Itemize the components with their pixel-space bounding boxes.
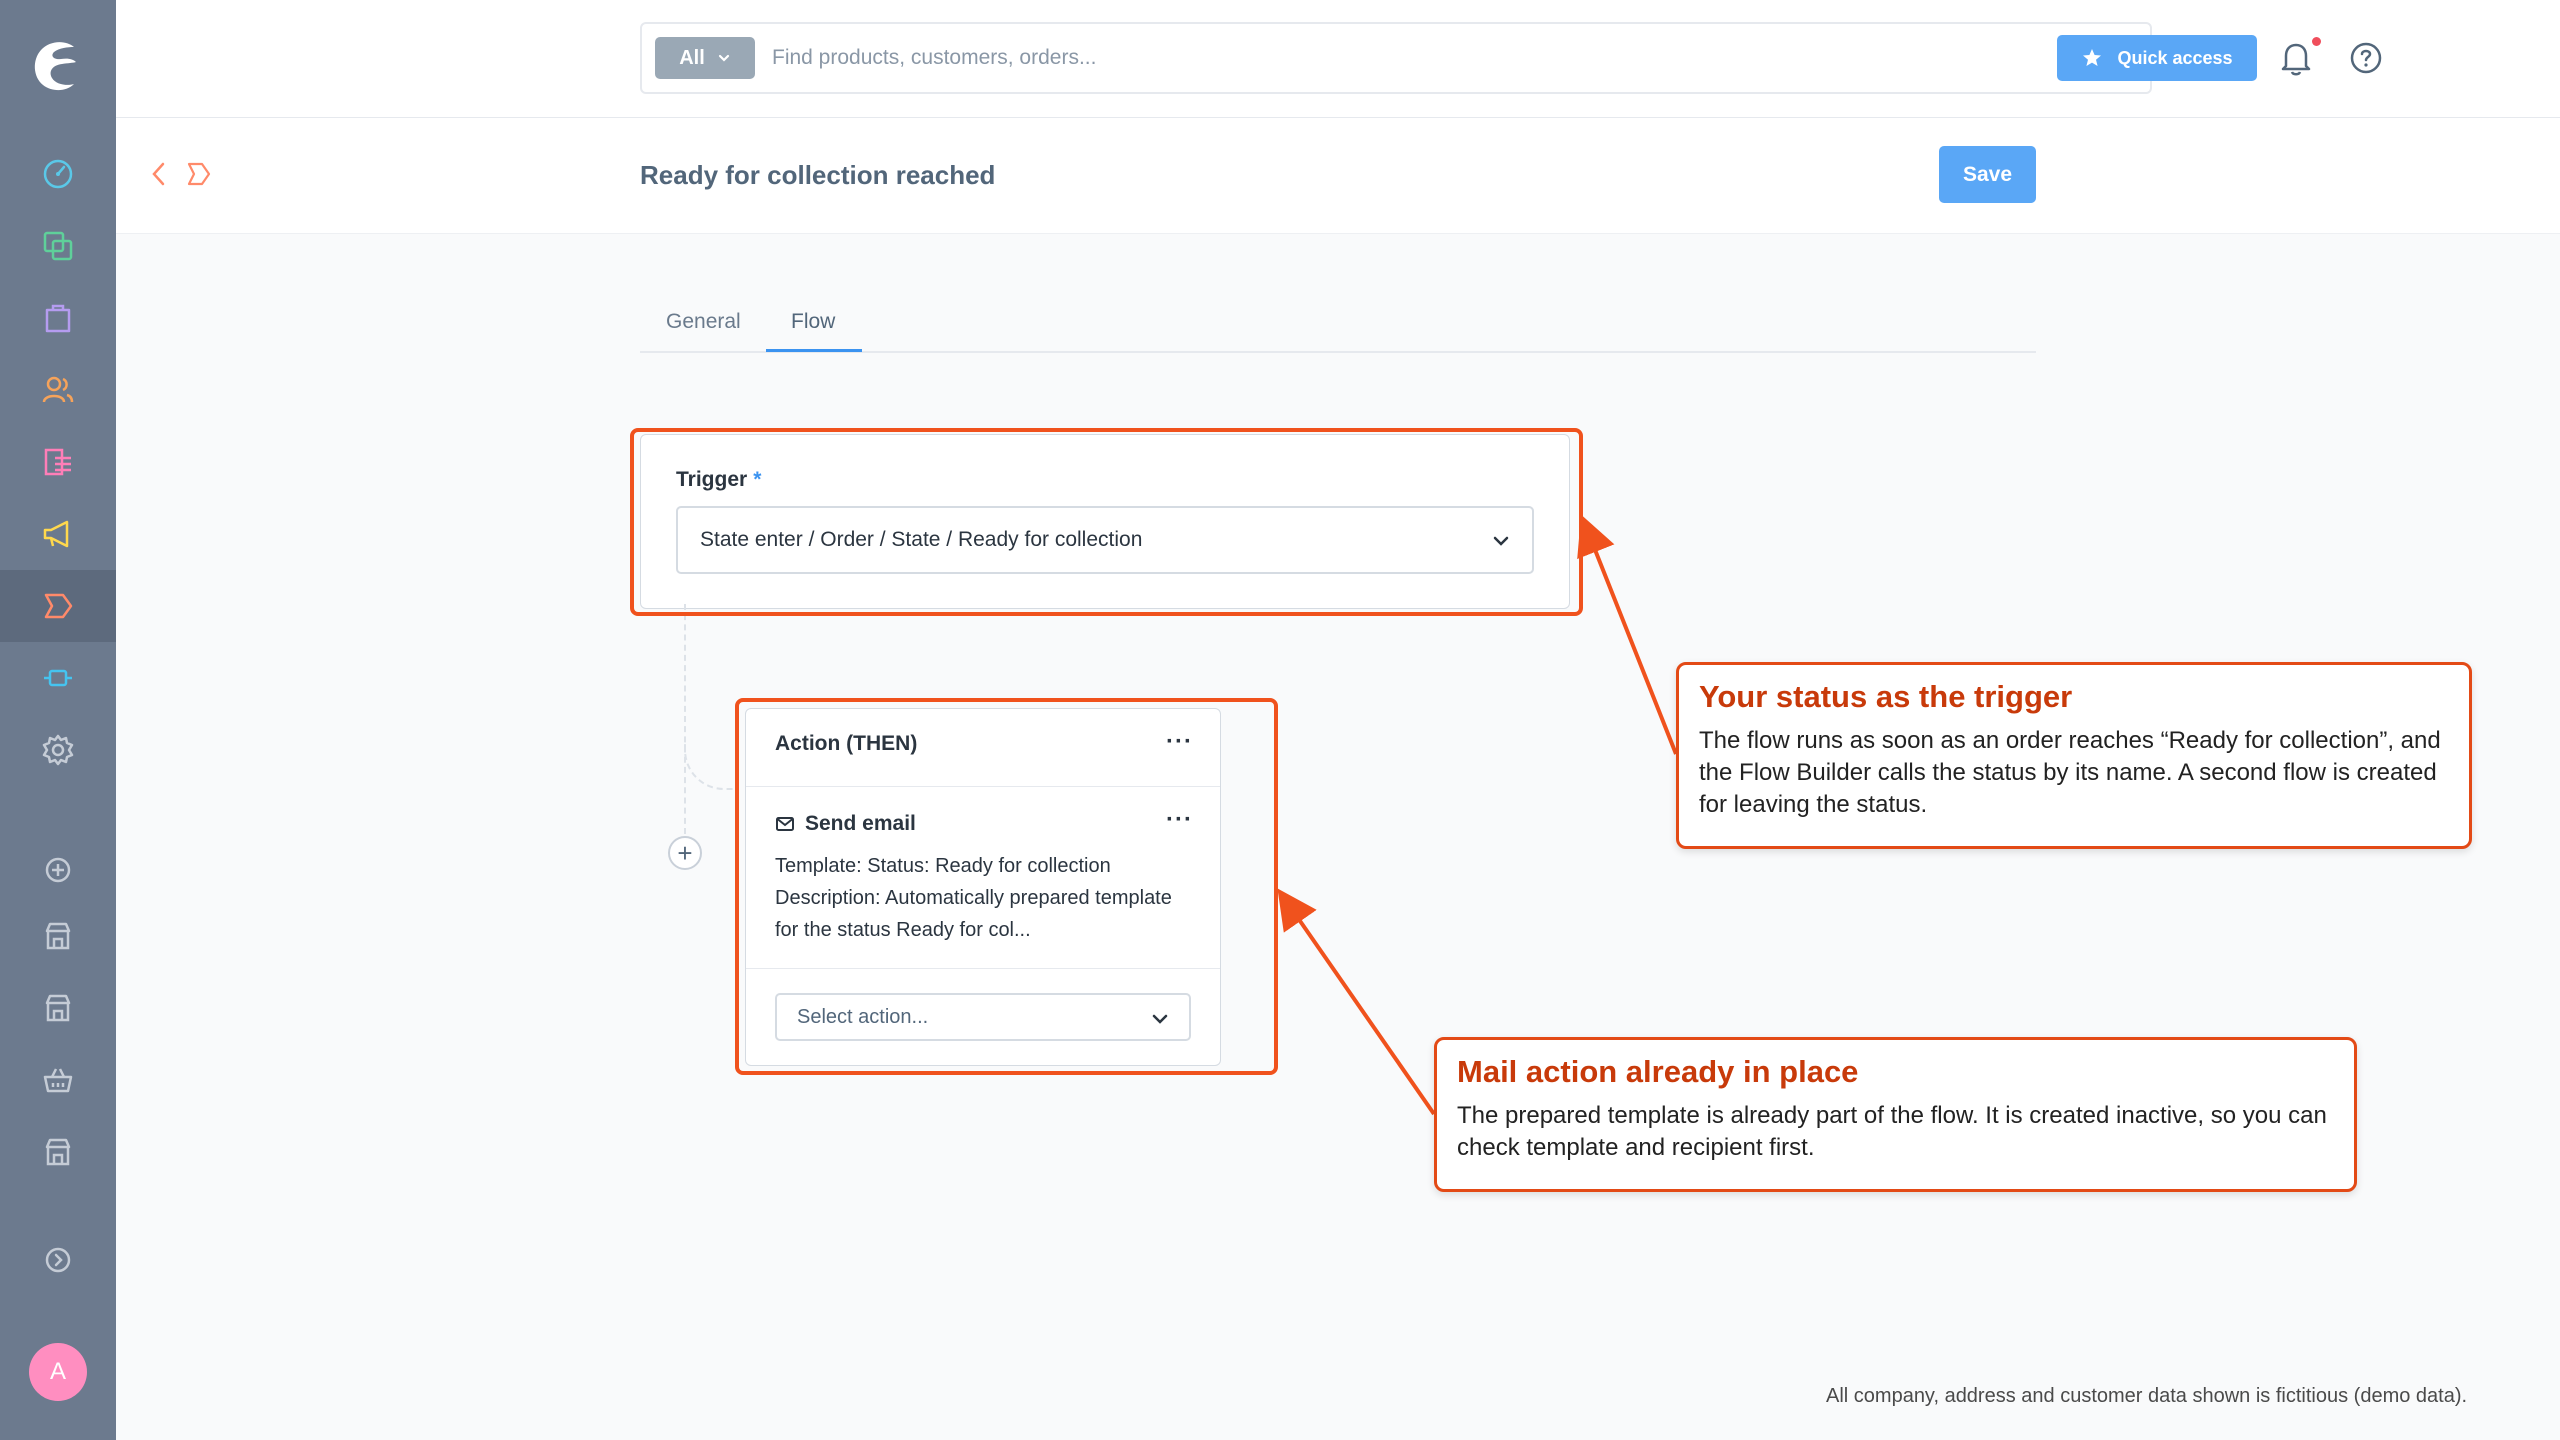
tab-general[interactable]: General — [666, 310, 741, 334]
orders-icon — [45, 304, 71, 333]
nav-flow-builder[interactable] — [0, 570, 116, 642]
star-icon — [2083, 49, 2102, 66]
callout-action: Mail action already in place The prepare… — [1434, 1037, 2357, 1192]
nav-sales-channel-2[interactable] — [0, 972, 116, 1044]
marketing-icon — [43, 520, 69, 548]
help-icon[interactable] — [2348, 40, 2384, 76]
nav-add-sales-channel[interactable] — [0, 834, 116, 906]
tab-bar: General Flow — [640, 300, 2036, 353]
nav-customers[interactable] — [0, 354, 116, 426]
search-input[interactable] — [772, 38, 2032, 78]
dashboard-icon — [43, 159, 73, 189]
customers-icon — [42, 376, 74, 403]
sidebar: A — [0, 0, 116, 1440]
save-button[interactable]: Save — [1939, 146, 2036, 203]
search-filter-label: All — [679, 46, 705, 69]
nav-catalogues[interactable] — [0, 210, 116, 282]
active-tab-indicator — [766, 349, 862, 352]
callout-arrow-action — [1277, 888, 1436, 1116]
nav-settings[interactable] — [0, 714, 116, 786]
search-bar[interactable]: All — [640, 22, 2152, 94]
flow-builder-icon — [44, 593, 73, 619]
back-arrow-icon[interactable] — [148, 160, 168, 188]
callout-trigger: Your status as the trigger The flow runs… — [1676, 662, 2472, 849]
callout-text: The flow runs as soon as an order reache… — [1699, 727, 2441, 818]
sales-channel-icon — [45, 1138, 71, 1166]
nav-marketing[interactable] — [0, 498, 116, 570]
nav-orders[interactable] — [0, 282, 116, 354]
nav-content[interactable] — [0, 426, 116, 498]
callout-arrow-trigger — [1577, 514, 1678, 755]
page-header — [116, 118, 2560, 234]
sales-channel-icon — [45, 994, 71, 1022]
add-sequence-button[interactable]: + — [668, 836, 702, 870]
quick-access-button[interactable]: Quick access — [2057, 35, 2257, 81]
action-highlight-box — [735, 698, 1278, 1075]
chevron-down-icon — [718, 54, 729, 62]
trigger-highlight-box — [630, 428, 1583, 616]
add-sales-channel-icon — [45, 857, 71, 883]
sales-channel-icon — [45, 922, 71, 950]
catalogue-icon — [43, 231, 73, 261]
callout-title: Mail action already in place — [1457, 1054, 1859, 1089]
nav-sales-channel-1[interactable] — [0, 900, 116, 972]
demo-data-note: All company, address and customer data s… — [1826, 1385, 2468, 1407]
nav-headless-channel[interactable] — [0, 1044, 116, 1116]
notification-bell-icon[interactable] — [2276, 38, 2316, 78]
avatar[interactable]: A — [29, 1343, 87, 1401]
headless-channel-icon — [43, 1068, 73, 1093]
expand-icon — [45, 1247, 71, 1273]
flow-connector-line — [684, 604, 686, 834]
flow-connector-curve — [684, 740, 734, 790]
callout-text: The prepared template is already part of… — [1457, 1102, 2327, 1161]
shopware-logo-icon[interactable] — [28, 35, 88, 95]
tab-flow[interactable]: Flow — [791, 310, 835, 334]
flow-builder-icon — [187, 162, 211, 186]
notification-badge — [2312, 37, 2321, 46]
nav-dashboard[interactable] — [0, 138, 116, 210]
extensions-icon — [44, 669, 72, 687]
nav-sales-channel-3[interactable] — [0, 1116, 116, 1188]
nav-extensions[interactable] — [0, 642, 116, 714]
callout-title: Your status as the trigger — [1699, 679, 2073, 714]
quick-access-label: Quick access — [2117, 47, 2233, 68]
page-title: Ready for collection reached — [640, 160, 996, 190]
search-filter-dropdown[interactable]: All — [655, 37, 755, 79]
settings-icon — [42, 734, 74, 766]
nav-expand[interactable] — [0, 1224, 116, 1296]
content-icon — [44, 448, 71, 476]
